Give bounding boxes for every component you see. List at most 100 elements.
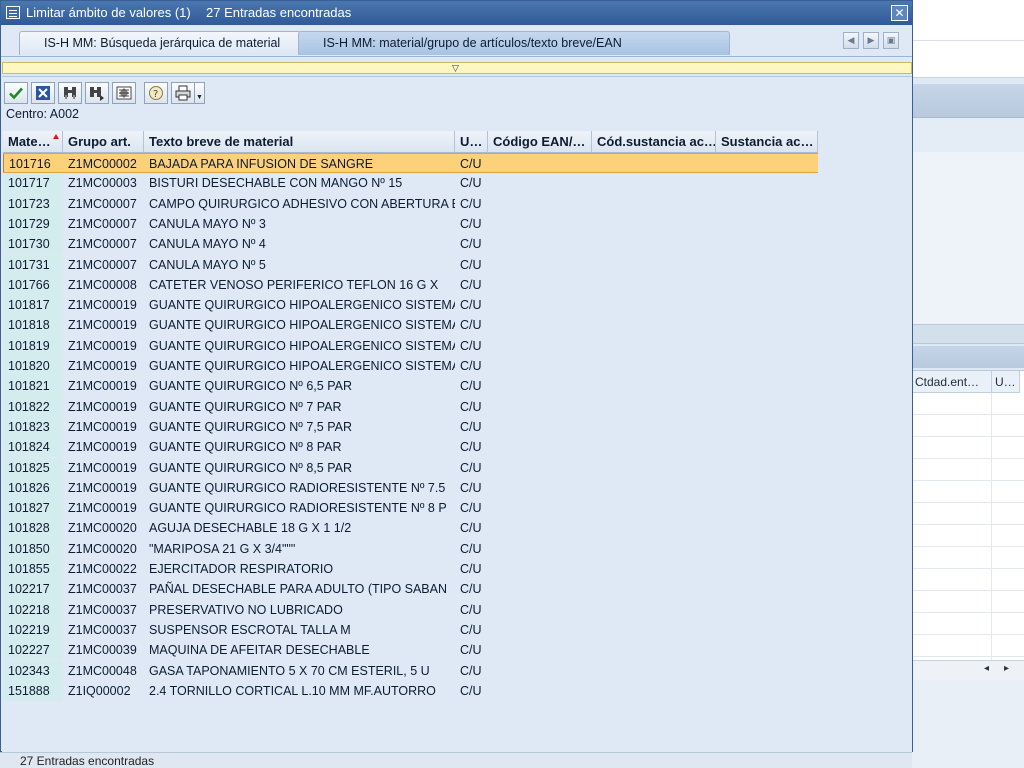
- cell-sustancia[interactable]: [716, 416, 818, 438]
- cell-texto-breve[interactable]: GUANTE QUIRURGICO HIPOALERGENICO SISTEMA: [144, 335, 455, 356]
- cell-material[interactable]: 101822: [3, 396, 63, 417]
- cell-codigo-ean[interactable]: [488, 619, 592, 641]
- cell-codigo-ean[interactable]: [488, 538, 592, 559]
- cell-texto-breve[interactable]: PAÑAL DESECHABLE PARA ADULTO (TIPO SABAN: [144, 579, 455, 600]
- cell-codigo-ean[interactable]: [488, 680, 592, 702]
- cell-material[interactable]: 101717: [3, 173, 63, 194]
- cell-texto-breve[interactable]: SUSPENSOR ESCROTAL TALLA M: [144, 619, 455, 641]
- cell-cod-sustancia[interactable]: [592, 477, 716, 499]
- cell-texto-breve[interactable]: MAQUINA DE AFEITAR DESECHABLE: [144, 640, 455, 661]
- cell-sustancia[interactable]: [716, 234, 818, 255]
- cell-codigo-ean[interactable]: [488, 234, 592, 255]
- cell-sustancia[interactable]: [716, 619, 818, 641]
- cell-unidad[interactable]: C/U: [455, 376, 488, 397]
- cell-material[interactable]: 101823: [3, 416, 63, 438]
- cell-codigo-ean[interactable]: [488, 173, 592, 194]
- cell-codigo-ean[interactable]: [488, 376, 592, 397]
- cell-texto-breve[interactable]: BISTURI DESECHABLE CON MANGO Nº 15: [144, 173, 455, 194]
- table-row[interactable]: 101716 Z1MC00002 BAJADA PARA INFUSION DE S…: [3, 153, 818, 174]
- cell-sustancia[interactable]: [716, 640, 818, 661]
- cell-grupo-art[interactable]: Z1MC00019: [63, 477, 144, 499]
- cell-sustancia[interactable]: [716, 173, 818, 194]
- cell-texto-breve[interactable]: GUANTE QUIRURGICO Nº 7 PAR: [144, 396, 455, 417]
- cell-cod-sustancia[interactable]: [592, 559, 716, 580]
- help-icon[interactable]: ?: [144, 82, 168, 104]
- find-next-icon[interactable]: [85, 82, 109, 104]
- background-table[interactable]: Ctdad.ent… U…: [912, 370, 1024, 681]
- table-row[interactable]: 101826 Z1MC00019 GUANTE QUIRURGICO RADIORE…: [3, 477, 818, 499]
- cell-grupo-art[interactable]: Z1MC00037: [63, 599, 144, 620]
- cell-unidad[interactable]: C/U: [455, 356, 488, 377]
- cell-sustancia[interactable]: [716, 498, 818, 519]
- cell-material[interactable]: 101817: [3, 295, 63, 316]
- cell-texto-breve[interactable]: GUANTE QUIRURGICO HIPOALERGENICO SISTEMA: [144, 356, 455, 377]
- column-header-cod-sustancia[interactable]: Cód.sustancia ac…: [592, 131, 716, 153]
- cell-grupo-art[interactable]: Z1MC00007: [63, 193, 144, 214]
- cell-material[interactable]: 101824: [3, 437, 63, 458]
- background-column-header-unit[interactable]: U…: [992, 371, 1020, 393]
- cell-unidad[interactable]: C/U: [455, 498, 488, 519]
- cell-codigo-ean[interactable]: [488, 559, 592, 580]
- column-header-unidad[interactable]: U…: [455, 131, 488, 153]
- cell-texto-breve[interactable]: CATETER VENOSO PERIFERICO TEFLON 16 G X: [144, 274, 455, 296]
- cell-grupo-art[interactable]: Z1MC00019: [63, 416, 144, 438]
- table-row[interactable]: 102217 Z1MC00037 PAÑAL DESECHABLE PARA ADU…: [3, 579, 818, 600]
- cell-cod-sustancia[interactable]: [592, 234, 716, 255]
- cell-unidad[interactable]: C/U: [455, 335, 488, 356]
- cell-unidad[interactable]: C/U: [455, 234, 488, 255]
- cell-grupo-art[interactable]: Z1MC00007: [63, 234, 144, 255]
- table-row[interactable]: 102343 Z1MC00048 GASA TAPONAMIENTO 5 X 70 …: [3, 660, 818, 681]
- cell-sustancia[interactable]: [716, 538, 818, 559]
- cell-material[interactable]: 101730: [3, 234, 63, 255]
- cell-cod-sustancia[interactable]: [592, 254, 716, 275]
- cell-cod-sustancia[interactable]: [592, 619, 716, 641]
- cell-cod-sustancia[interactable]: [592, 599, 716, 620]
- cell-grupo-art[interactable]: Z1MC00008: [63, 274, 144, 296]
- cell-unidad[interactable]: C/U: [455, 518, 488, 539]
- column-header-codigo-ean[interactable]: Código EAN/…: [488, 131, 592, 153]
- cell-material[interactable]: 101825: [3, 457, 63, 478]
- print-menu-chevron-down-icon[interactable]: ▼: [195, 82, 205, 104]
- cell-sustancia[interactable]: [716, 680, 818, 702]
- table-row[interactable]: 101819 Z1MC00019 GUANTE QUIRURGICO HIPOALE…: [3, 335, 818, 356]
- tab-list-icon[interactable]: ▣: [883, 32, 899, 49]
- cell-texto-breve[interactable]: 2.4 TORNILLO CORTICAL L.10 MM MF.AUTORRO: [144, 680, 455, 702]
- table-row[interactable]: 101817 Z1MC00019 GUANTE QUIRURGICO HIPOALE…: [3, 295, 818, 316]
- cell-sustancia[interactable]: [716, 193, 818, 214]
- cell-unidad[interactable]: C/U: [455, 559, 488, 580]
- cell-cod-sustancia[interactable]: [592, 315, 716, 336]
- table-row[interactable]: 101717 Z1MC00003 BISTURI DESECHABLE CON MA…: [3, 173, 818, 194]
- table-row[interactable]: 101821 Z1MC00019 GUANTE QUIRURGICO Nº 6,5 …: [3, 376, 818, 397]
- table-row[interactable]: 101818 Z1MC00019 GUANTE QUIRURGICO HIPOALE…: [3, 315, 818, 336]
- cell-cod-sustancia[interactable]: [592, 213, 716, 235]
- dialog-titlebar[interactable]: Limitar ámbito de valores (1) 27 Entrada…: [1, 1, 912, 25]
- table-row[interactable]: 101731 Z1MC00007 CANULA MAYO Nº 5 C/U: [3, 254, 818, 275]
- cell-grupo-art[interactable]: Z1MC00019: [63, 315, 144, 336]
- check-icon[interactable]: [4, 82, 28, 104]
- collapse-arrow-icon[interactable]: ▽: [452, 63, 459, 73]
- cell-codigo-ean[interactable]: [488, 579, 592, 600]
- tab-scroll-right-icon[interactable]: ▶: [863, 32, 879, 49]
- cell-material[interactable]: 101731: [3, 254, 63, 275]
- print-icon[interactable]: [171, 82, 195, 104]
- scroll-right-icon[interactable]: ▸: [1004, 663, 1009, 674]
- cell-cod-sustancia[interactable]: [592, 498, 716, 519]
- cell-material[interactable]: 101828: [3, 518, 63, 539]
- cell-codigo-ean[interactable]: [488, 640, 592, 661]
- tab-hierarchical-search[interactable]: IS-H MM: Búsqueda jerárquica de material: [19, 31, 301, 55]
- cell-codigo-ean[interactable]: [488, 437, 592, 458]
- cell-cod-sustancia[interactable]: [592, 295, 716, 316]
- cell-material[interactable]: 101821: [3, 376, 63, 397]
- cell-material[interactable]: 101850: [3, 538, 63, 559]
- cell-sustancia[interactable]: [716, 437, 818, 458]
- cell-cod-sustancia[interactable]: [592, 154, 716, 173]
- cell-material[interactable]: 101820: [3, 356, 63, 377]
- cell-grupo-art[interactable]: Z1MC00039: [63, 640, 144, 661]
- column-header-sustancia[interactable]: Sustancia ac…: [716, 131, 818, 153]
- cell-sustancia[interactable]: [716, 335, 818, 356]
- cell-sustancia[interactable]: [716, 599, 818, 620]
- cell-grupo-art[interactable]: Z1MC00022: [63, 559, 144, 580]
- cell-cod-sustancia[interactable]: [592, 437, 716, 458]
- cell-material[interactable]: 101819: [3, 335, 63, 356]
- cell-sustancia[interactable]: [716, 254, 818, 275]
